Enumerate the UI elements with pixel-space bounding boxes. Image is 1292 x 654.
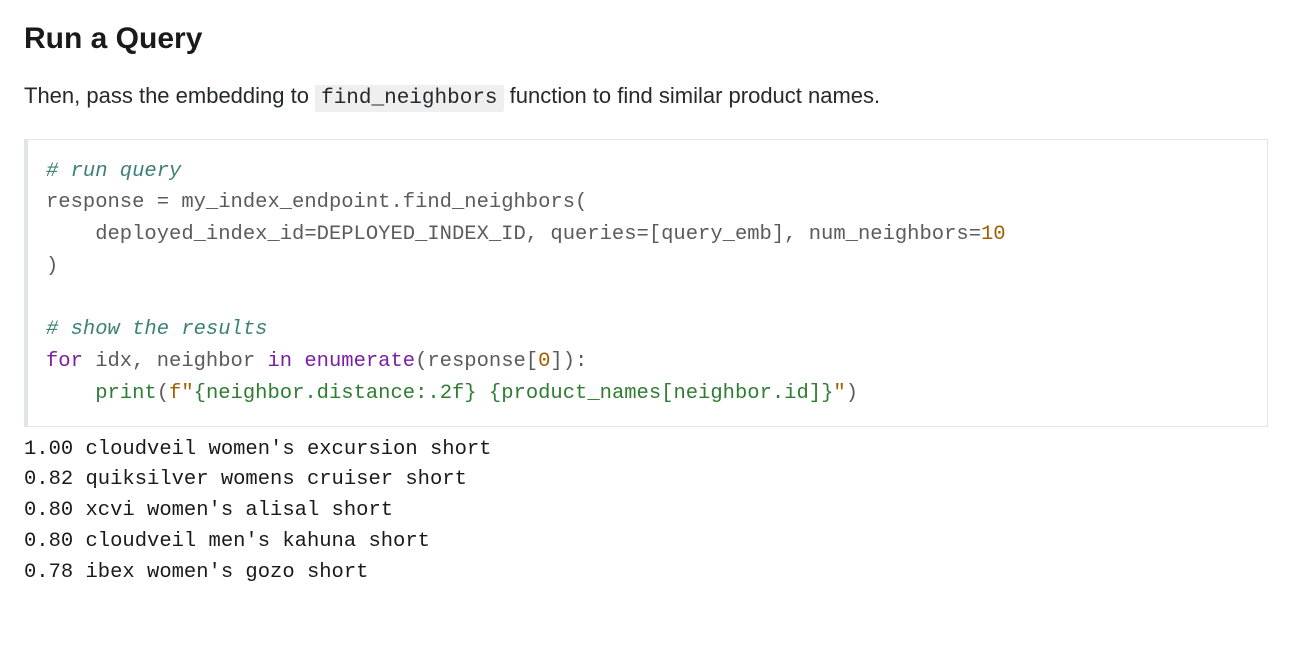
code-token xyxy=(46,382,95,405)
code-token: ]): xyxy=(550,350,587,373)
code-token: = xyxy=(969,223,981,246)
output-block: 1.00 cloudveil women's excursion short 0… xyxy=(24,435,1268,589)
code-token: DEPLOYED_INDEX_ID, queries xyxy=(317,223,637,246)
code-token: = xyxy=(157,191,169,214)
code-token: my_index_endpoint xyxy=(169,191,390,214)
code-token: ) xyxy=(846,382,858,405)
code-content: # run query response = my_index_endpoint… xyxy=(46,156,1249,410)
code-token xyxy=(292,350,304,373)
code-string: f" xyxy=(169,382,194,405)
code-func: print xyxy=(95,382,157,405)
code-string xyxy=(477,382,489,405)
output-line: 1.00 cloudveil women's excursion short xyxy=(24,438,491,461)
code-token: ) xyxy=(46,255,58,278)
code-keyword: for xyxy=(46,350,83,373)
output-line: 0.80 xcvi women's alisal short xyxy=(24,499,393,522)
code-number: 10 xyxy=(981,223,1006,246)
output-line: 0.82 quiksilver womens cruiser short xyxy=(24,468,467,491)
desc-pre: Then, pass the embedding to xyxy=(24,83,315,108)
code-keyword: in xyxy=(267,350,292,373)
code-comment: # run query xyxy=(46,160,181,183)
code-token: response xyxy=(46,191,157,214)
desc-post: function to find similar product names. xyxy=(504,83,881,108)
code-fstring-interp: {product_names[neighbor.id]} xyxy=(489,382,833,405)
section-heading: Run a Query xyxy=(24,16,1268,61)
code-token: = xyxy=(304,223,316,246)
code-token: find_neighbors( xyxy=(403,191,588,214)
desc-inline-code: find_neighbors xyxy=(315,85,503,112)
code-token: ( xyxy=(157,382,169,405)
code-token: idx, neighbor xyxy=(83,350,268,373)
code-number: 0 xyxy=(538,350,550,373)
code-token: (response[ xyxy=(415,350,538,373)
code-string: " xyxy=(833,382,845,405)
code-block: # run query response = my_index_endpoint… xyxy=(24,139,1268,427)
code-token: deployed_index_id xyxy=(46,223,304,246)
code-token: [query_emb], num_neighbors xyxy=(649,223,969,246)
code-token: . xyxy=(390,191,402,214)
code-fstring-interp: {neighbor.distance:.2f} xyxy=(194,382,477,405)
output-line: 0.78 ibex women's gozo short xyxy=(24,561,368,584)
section-description: Then, pass the embedding to find_neighbo… xyxy=(24,79,1268,115)
code-comment: # show the results xyxy=(46,318,267,341)
code-token: = xyxy=(637,223,649,246)
code-builtin: enumerate xyxy=(304,350,415,373)
output-line: 0.80 cloudveil men's kahuna short xyxy=(24,530,430,553)
